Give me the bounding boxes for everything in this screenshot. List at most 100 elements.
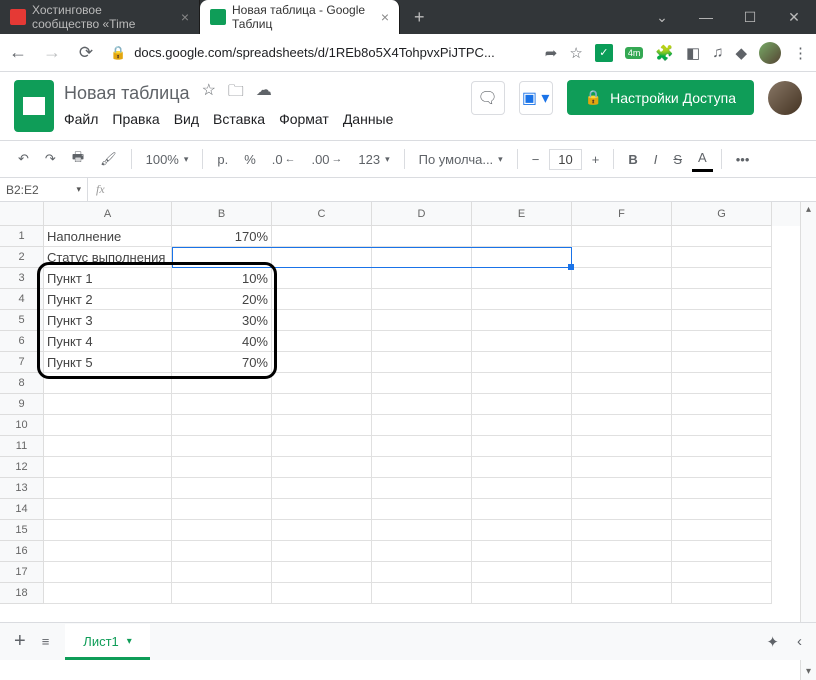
browser-tab-2[interactable]: Новая таблица - Google Таблиц × [200,0,400,34]
cell[interactable] [272,541,372,562]
print-button[interactable]: 🖶 [66,144,90,174]
column-header[interactable]: A [44,202,172,226]
cell[interactable] [472,289,572,310]
cell[interactable]: 40% [172,331,272,352]
cell[interactable] [472,373,572,394]
back-button[interactable]: ← [8,42,28,63]
cell[interactable] [372,478,472,499]
cell[interactable] [272,583,372,604]
cell[interactable] [372,520,472,541]
maximize-button[interactable]: ☐ [728,0,772,34]
cell[interactable] [472,457,572,478]
cell[interactable] [572,478,672,499]
cell[interactable] [172,247,272,268]
column-header[interactable]: E [472,202,572,226]
cell[interactable] [472,562,572,583]
cell[interactable] [372,499,472,520]
extension-puzzle-icon[interactable]: 🧩 [655,44,674,62]
all-sheets-button[interactable]: ≡ [42,634,50,649]
extension-badge[interactable]: 4m [625,47,644,59]
url-field[interactable]: 🔒 docs.google.com/spreadsheets/d/1REb8o5… [110,45,531,61]
extension-music-icon[interactable]: ♫ [712,44,723,61]
row-header[interactable]: 2 [0,247,44,268]
cell[interactable] [44,394,172,415]
cell[interactable] [472,415,572,436]
cell[interactable] [172,415,272,436]
cell[interactable]: 70% [172,352,272,373]
column-header[interactable]: F [572,202,672,226]
decrease-decimal-button[interactable]: .0← [266,148,302,171]
cell[interactable] [44,436,172,457]
cell[interactable] [472,310,572,331]
cell[interactable] [472,394,572,415]
name-box[interactable]: B2:E2▾ [0,178,88,201]
cell[interactable] [472,352,572,373]
cell[interactable]: Наполнение [44,226,172,247]
cell[interactable] [372,289,472,310]
row-header[interactable]: 3 [0,268,44,289]
cell[interactable] [572,499,672,520]
cell[interactable] [672,226,772,247]
cell[interactable] [572,268,672,289]
cell[interactable] [372,247,472,268]
increase-decimal-button[interactable]: .00→ [305,148,348,171]
cell[interactable] [172,478,272,499]
cell[interactable] [372,394,472,415]
cell[interactable] [572,541,672,562]
column-header[interactable]: G [672,202,772,226]
cell[interactable] [372,415,472,436]
percent-button[interactable]: % [238,148,262,171]
cell[interactable] [672,499,772,520]
reload-button[interactable]: ⟳ [76,43,96,63]
cell[interactable] [44,583,172,604]
cell[interactable] [572,226,672,247]
cell[interactable] [272,478,372,499]
scroll-up-button[interactable]: ▴ [801,202,816,218]
more-button[interactable]: ••• [730,148,756,171]
cell[interactable] [572,457,672,478]
cell[interactable] [172,373,272,394]
cell[interactable] [272,289,372,310]
font-size-down[interactable]: − [526,148,546,171]
account-avatar[interactable] [768,81,802,115]
chevron-down-icon[interactable]: ▾ [127,636,132,647]
close-window-button[interactable]: ✕ [772,0,816,34]
menu-вид[interactable]: Вид [174,111,199,127]
select-all-cell[interactable] [0,202,44,226]
move-icon[interactable]: 🗀 [228,80,244,107]
star-icon[interactable]: ☆ [202,80,216,107]
column-header[interactable]: B [172,202,272,226]
cell[interactable] [272,394,372,415]
row-header[interactable]: 14 [0,499,44,520]
cell[interactable] [672,310,772,331]
cell[interactable] [272,226,372,247]
minimize-button[interactable]: — [684,0,728,34]
cell[interactable] [44,478,172,499]
cell[interactable] [672,373,772,394]
number-format-select[interactable]: 123 [352,148,395,171]
menu-вставка[interactable]: Вставка [213,111,265,127]
cell[interactable] [672,415,772,436]
column-header[interactable]: D [372,202,472,226]
close-icon[interactable]: × [181,9,189,25]
menu-формат[interactable]: Формат [279,111,329,127]
cell[interactable] [272,436,372,457]
row-header[interactable]: 6 [0,331,44,352]
cell[interactable] [272,520,372,541]
cell[interactable] [272,352,372,373]
cell[interactable] [272,499,372,520]
cell[interactable] [672,562,772,583]
cell[interactable] [572,436,672,457]
cell[interactable] [472,268,572,289]
cell[interactable] [472,436,572,457]
cell[interactable] [372,373,472,394]
extension-checkmark-icon[interactable]: ✓ [595,44,613,62]
cell[interactable] [272,310,372,331]
cell[interactable] [272,247,372,268]
cell[interactable] [272,331,372,352]
cell[interactable] [172,541,272,562]
cell[interactable] [672,541,772,562]
cell[interactable]: Статус выполнения [44,247,172,268]
cell[interactable]: Пункт 2 [44,289,172,310]
forward-button[interactable]: → [42,42,62,63]
